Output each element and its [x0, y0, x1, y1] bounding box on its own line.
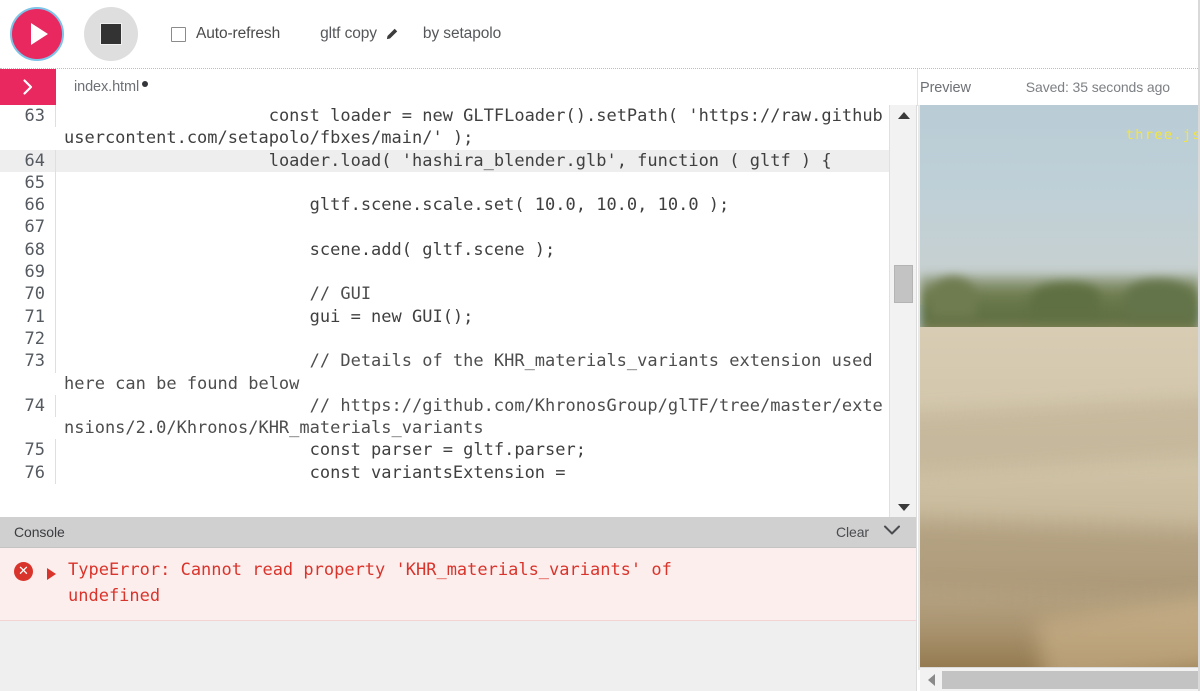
author-link[interactable]: by setapolo	[423, 25, 501, 43]
unsaved-dot-icon	[142, 80, 149, 87]
auto-refresh-toggle[interactable]: Auto-refresh	[171, 25, 280, 43]
line-content[interactable]: gui = new GUI();	[56, 306, 890, 328]
preview-scroll-thumb[interactable]	[942, 670, 1198, 689]
line-content[interactable]: loader.load( 'hashira_blender.glb', func…	[56, 150, 890, 172]
console-error-row[interactable]: ✕ TypeError: Cannot read property 'KHR_ma…	[0, 548, 916, 621]
console-message-list: ✕ TypeError: Cannot read property 'KHR_ma…	[0, 548, 916, 621]
run-button[interactable]	[10, 7, 64, 61]
line-content[interactable]: const loader = new GLTFLoader().setPath(…	[56, 105, 890, 150]
line-number: 72	[0, 327, 56, 351]
preview-tree-cluster-right	[1125, 280, 1195, 318]
tab-index-html[interactable]: index.html	[56, 69, 164, 105]
preview-tree-cluster-center	[1030, 283, 1100, 317]
saved-status-label: Saved: 35 seconds ago	[1025, 79, 1170, 95]
code-line[interactable]: 74 // https://github.com/KhronosGroup/gl…	[0, 394, 890, 440]
expand-panel-button[interactable]	[0, 69, 56, 105]
line-content[interactable]: // Details of the KHR_materials_variants…	[56, 350, 890, 395]
code-line[interactable]: 65	[0, 171, 890, 195]
line-number: 65	[0, 171, 56, 195]
caret-down-icon	[897, 503, 910, 511]
code-line[interactable]: 72	[0, 327, 890, 351]
line-number: 70	[0, 283, 56, 306]
code-line[interactable]: 70 // GUI	[0, 283, 890, 306]
code-line[interactable]: 75 const parser = gltf.parser;	[0, 439, 890, 462]
console-panel: Console Clear ✕ TypeError: Cannot read pr…	[0, 517, 917, 691]
saved-status: Saved: 35 seconds ago	[1026, 69, 1200, 105]
tab-divider	[917, 69, 918, 106]
console-actions: Clear	[836, 523, 902, 542]
line-number: 74	[0, 394, 56, 418]
expand-error-caret-icon[interactable]	[47, 568, 56, 580]
auto-refresh-label: Auto-refresh	[196, 25, 281, 42]
console-title: Console	[14, 524, 65, 540]
line-content[interactable]: const parser = gltf.parser;	[56, 439, 890, 461]
line-number: 64	[0, 149, 56, 172]
editor-vertical-scrollbar[interactable]	[889, 105, 916, 517]
chevron-down-icon[interactable]	[882, 523, 902, 542]
project-name-label: gltf copy	[320, 25, 377, 42]
tab-bar: index.html Saved: 35 seconds ago Preview	[0, 68, 1200, 106]
app-root: Auto-refresh gltf copy by setapolo index…	[0, 0, 1200, 691]
error-icon: ✕	[14, 562, 33, 581]
code-line[interactable]: 68 scene.add( gltf.scene );	[0, 238, 890, 262]
pencil-icon[interactable]	[384, 27, 399, 42]
scroll-left-button[interactable]	[920, 668, 942, 691]
scroll-up-button[interactable]	[890, 105, 916, 125]
code-line[interactable]: 73 // Details of the KHR_materials_varia…	[0, 350, 890, 395]
top-toolbar: Auto-refresh gltf copy by setapolo	[0, 0, 1200, 68]
auto-refresh-checkbox[interactable]	[171, 26, 186, 42]
play-icon	[31, 23, 48, 45]
caret-up-icon	[897, 111, 910, 119]
line-number: 71	[0, 305, 56, 328]
preview-panel[interactable]: three.js	[918, 105, 1200, 691]
preview-tab-label: Preview	[920, 79, 971, 96]
preview-canvas[interactable]: three.js	[920, 105, 1200, 670]
line-number: 75	[0, 439, 56, 462]
tab-label: index.html	[74, 79, 140, 95]
line-number: 73	[0, 350, 56, 373]
code-line[interactable]: 71 gui = new GUI();	[0, 305, 890, 328]
line-number: 63	[0, 105, 56, 128]
code-line[interactable]: 64 loader.load( 'hashira_blender.glb', f…	[0, 149, 890, 172]
code-lines-container[interactable]: 63 const loader = new GLTFLoader().setPa…	[0, 105, 890, 517]
editor-scroll-thumb[interactable]	[894, 265, 913, 303]
code-line[interactable]: 63 const loader = new GLTFLoader().setPa…	[0, 105, 890, 150]
line-content[interactable]: gltf.scene.scale.set( 10.0, 10.0, 10.0 )…	[56, 194, 890, 216]
preview-ground-streak-2	[920, 519, 1200, 601]
line-content[interactable]: // GUI	[56, 283, 890, 305]
author-label: by setapolo	[422, 25, 502, 42]
chevron-right-icon	[23, 79, 33, 95]
line-content[interactable]: const variantsExtension =	[56, 462, 890, 484]
line-number: 69	[0, 261, 56, 284]
console-error-text: TypeError: Cannot read property 'KHR_mat…	[68, 560, 672, 606]
code-line[interactable]: 66 gltf.scene.scale.set( 10.0, 10.0, 10.…	[0, 194, 890, 217]
preview-tab[interactable]: Preview	[920, 69, 971, 106]
line-number: 66	[0, 194, 56, 217]
three-js-watermark: three.js	[1125, 127, 1200, 143]
preview-horizontal-scrollbar[interactable]	[920, 667, 1200, 691]
console-header: Console Clear	[0, 517, 916, 548]
stop-button[interactable]	[84, 7, 138, 61]
line-content[interactable]: // https://github.com/KhronosGroup/glTF/…	[56, 395, 890, 440]
preview-tree-cluster-left	[930, 277, 976, 317]
scroll-down-button[interactable]	[890, 497, 916, 517]
code-editor[interactable]: 63 const loader = new GLTFLoader().setPa…	[0, 105, 917, 517]
caret-left-icon	[927, 673, 935, 686]
line-content[interactable]: scene.add( gltf.scene );	[56, 239, 890, 261]
stop-icon	[100, 23, 122, 45]
line-number: 67	[0, 216, 56, 239]
line-number: 68	[0, 238, 56, 262]
line-number: 76	[0, 461, 56, 485]
project-name-button[interactable]: gltf copy	[320, 25, 399, 43]
console-clear-button[interactable]: Clear	[836, 524, 869, 540]
code-line[interactable]: 69	[0, 261, 890, 284]
code-line[interactable]: 76 const variantsExtension =	[0, 461, 890, 485]
code-line[interactable]: 67	[0, 216, 890, 239]
